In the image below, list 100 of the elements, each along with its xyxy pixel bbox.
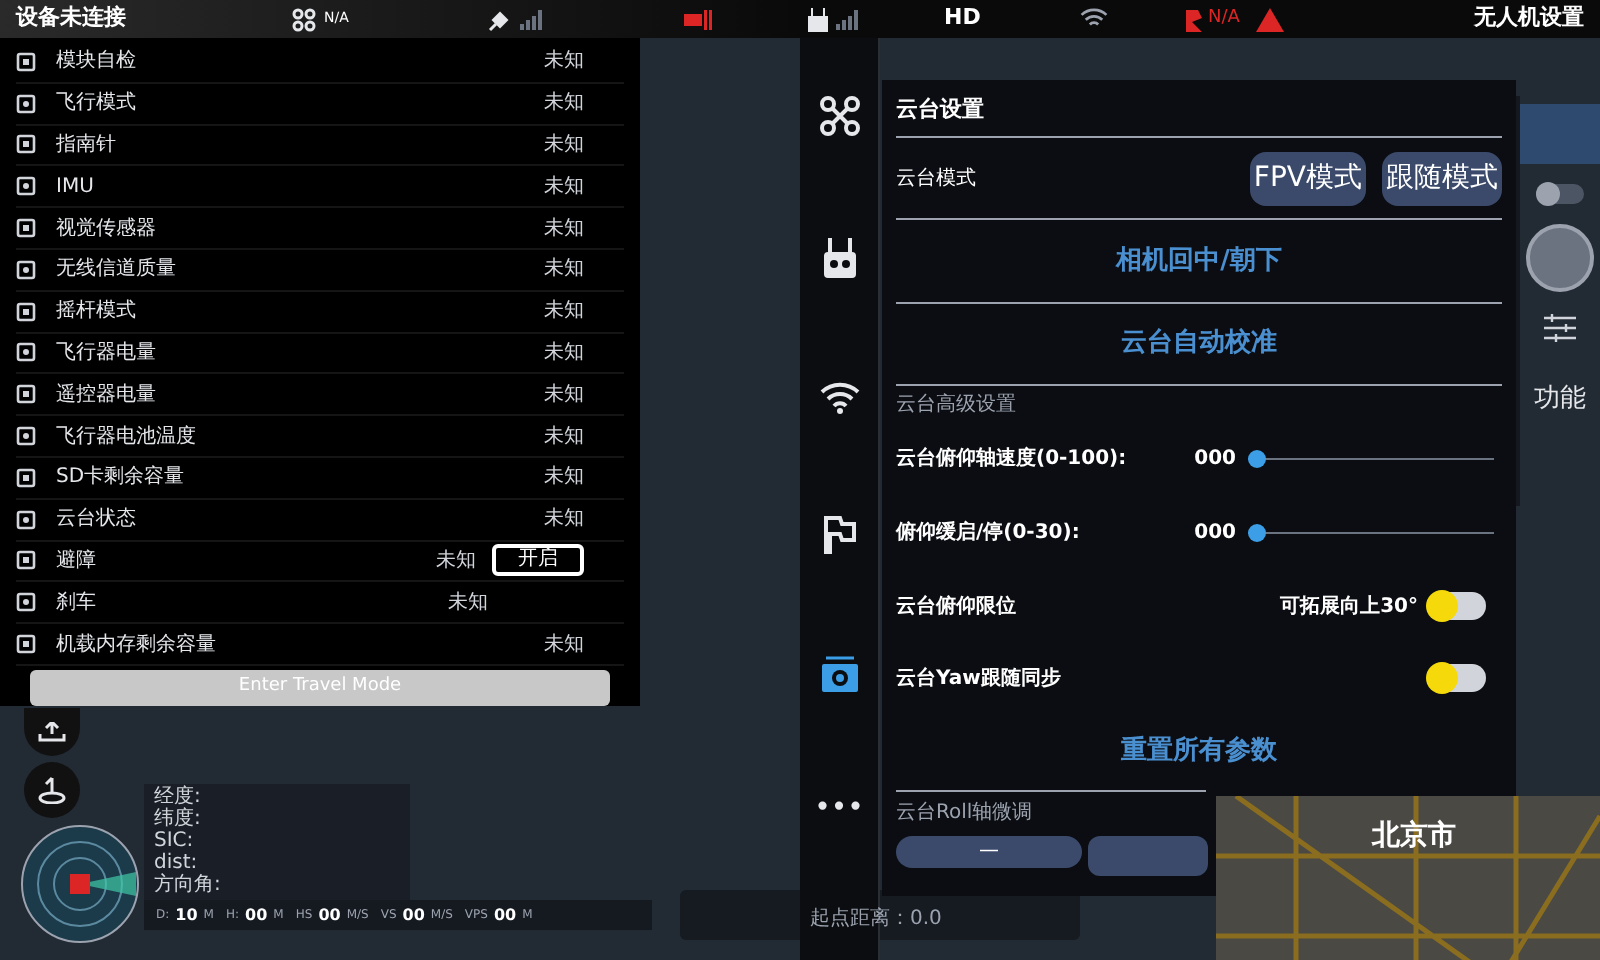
checklist-value: 未知 [544, 381, 584, 410]
slider-track[interactable] [1248, 450, 1494, 468]
mode-button[interactable]: FPV模式 [1249, 151, 1366, 205]
toggle-label: 云台俯仰限位 [896, 593, 1016, 621]
info-label: SIC: [154, 830, 196, 852]
reading-value: 00 [402, 903, 425, 927]
mode-button[interactable]: 跟随模式 [1382, 151, 1502, 205]
radar-drawing [20, 824, 140, 944]
checklist-value: 未知 [544, 131, 584, 160]
signal-bars-icon [520, 9, 544, 29]
menu-tile[interactable] [1520, 104, 1600, 164]
toggle-switch[interactable] [1430, 592, 1486, 620]
wifi-icon[interactable] [819, 382, 859, 414]
toggle-note: 可拓展向上30° [1280, 593, 1418, 621]
checklist-value: 未知 [544, 297, 584, 327]
checklist-value: 未知 [544, 339, 584, 368]
status-icon [16, 509, 36, 530]
section-title: 云台Roll轴微调 [896, 799, 1033, 827]
drone-icon [292, 7, 316, 31]
status-icon [16, 176, 36, 197]
status-icon [16, 93, 36, 114]
auto-calibrate-button[interactable]: 云台自动校准 [896, 304, 1502, 384]
checklist-label: 刹车 [56, 589, 96, 618]
drone-icon[interactable] [817, 94, 861, 138]
settings-title: 无人机设置 [1474, 2, 1584, 35]
status-icon [16, 259, 36, 280]
section-title: 云台高级设置 [896, 391, 1016, 419]
enable-button[interactable]: 开启 [492, 544, 584, 577]
signal-icon [684, 9, 712, 29]
reading-value: 10 [175, 903, 198, 927]
connection-status: 设备未连接 [16, 2, 128, 35]
info-label: 方向角: [154, 874, 223, 896]
checklist-label: 机载内存剩余容量 [56, 631, 216, 660]
return-home-button[interactable] [24, 762, 80, 818]
toggle-label: 云台Yaw跟随同步 [896, 665, 1061, 693]
checklist-label: IMU [56, 173, 94, 202]
roll-decrease-button[interactable]: — [896, 836, 1082, 868]
status-icon [16, 592, 36, 613]
checklist-label: 遥控器电量 [56, 381, 156, 410]
panel-title: 云台设置 [896, 93, 986, 126]
status-icon [16, 218, 36, 239]
status-icon [16, 301, 36, 322]
slider-thumb[interactable] [1248, 450, 1266, 468]
camera-icon[interactable] [819, 654, 859, 694]
more-button[interactable]: ••• [814, 794, 864, 822]
mode-switch[interactable] [1536, 184, 1584, 204]
slider-track[interactable] [1248, 524, 1494, 542]
checklist-label: 飞行模式 [56, 89, 136, 119]
checklist-label: 摇杆模式 [56, 297, 136, 327]
reading-value: 00 [245, 903, 268, 927]
flag-icon[interactable] [821, 514, 857, 554]
slider-thumb[interactable] [1248, 524, 1266, 542]
status-icon [16, 467, 36, 488]
checklist-label: 云台状态 [56, 505, 136, 535]
sliders-icon[interactable] [1542, 312, 1578, 344]
rtk-icon [1184, 7, 1204, 31]
slider-value: 000 [1192, 446, 1236, 474]
status-icon [16, 634, 36, 655]
warning-icon [1255, 7, 1284, 31]
function-label[interactable]: 功能 [1534, 380, 1586, 419]
video-link-status: HD [944, 2, 983, 35]
remote-controller-icon[interactable] [821, 238, 857, 282]
status-icon [16, 384, 36, 405]
signal-bars-icon [836, 9, 860, 29]
gimbal-mode-label: 云台模式 [896, 165, 976, 193]
checklist-value: 未知 [544, 173, 584, 202]
distance-readout: 起点距离：0.0 [810, 905, 942, 934]
center-camera-button[interactable]: 相机回中/朝下 [896, 220, 1502, 302]
checklist-label: 无线信道质量 [56, 255, 176, 285]
info-label: dist: [154, 852, 200, 874]
checklist-label: 避障 [56, 547, 96, 576]
wifi-icon [1080, 8, 1108, 30]
status-icon [16, 342, 36, 363]
status-icon [16, 426, 36, 447]
shutter-button[interactable] [1526, 224, 1594, 292]
slider-label: 云台俯仰轴速度(0-100): [896, 444, 1129, 474]
toggle-switch[interactable] [1430, 664, 1486, 692]
status-icon [16, 134, 36, 155]
reading-value: 00 [493, 903, 517, 927]
rtk-status: N/A [1208, 5, 1240, 32]
checklist-value: 未知 [544, 255, 584, 285]
info-label: 经度: [154, 786, 203, 808]
checklist-value: 未知 [448, 589, 488, 618]
landing-icon [38, 776, 66, 804]
checklist-label: 指南针 [56, 131, 116, 160]
checklist-label: 飞行器电池温度 [56, 423, 196, 452]
checklist-value: 未知 [544, 89, 584, 119]
slider-label: 俯仰缓启/停(0-30): [896, 518, 1082, 548]
status-icon [16, 550, 36, 571]
checklist-label: 模块自检 [56, 47, 136, 77]
takeoff-button[interactable] [24, 708, 80, 756]
checklist-value: 未知 [544, 47, 584, 77]
checklist-value: 未知 [544, 215, 584, 244]
checklist-value: 未知 [436, 547, 476, 576]
reset-button[interactable]: 重置所有参数 [896, 714, 1502, 790]
checklist-value: 未知 [544, 505, 584, 535]
status-icon [16, 51, 36, 72]
info-label: 纬度: [154, 808, 203, 830]
takeoff-icon [38, 722, 66, 742]
checklist-label: SD卡剩余容量 [56, 463, 185, 493]
